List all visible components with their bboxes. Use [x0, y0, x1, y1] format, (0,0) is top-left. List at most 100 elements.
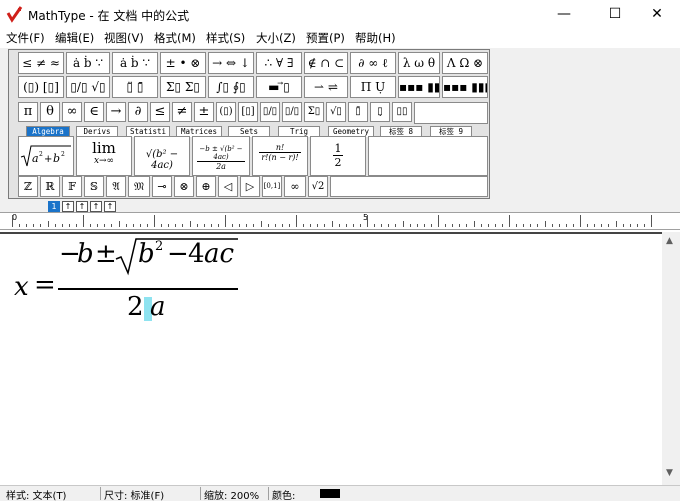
palette-greek-upper[interactable]: Λ Ω ⊗: [442, 52, 488, 74]
sym-interval[interactable]: [0,1]: [262, 176, 282, 197]
radicand-four: 4: [188, 239, 205, 269]
menu-preferences[interactable]: 预置(P): [306, 30, 345, 46]
ruler-tick: [473, 221, 475, 227]
menu-help[interactable]: 帮助(H): [355, 30, 396, 46]
template-pythagoras-graphic: a 2 + b 2: [20, 145, 71, 167]
sym-pm[interactable]: ±: [194, 102, 214, 122]
template-pythagoras[interactable]: a 2 + b 2: [18, 136, 74, 176]
sym-triangle-left[interactable]: ◁: [218, 176, 238, 197]
menu-edit[interactable]: 编辑(E): [55, 30, 94, 46]
palette-integrals[interactable]: ∫▯ ∮▯: [208, 76, 254, 98]
ruler-tick: [338, 224, 340, 227]
sym-neq[interactable]: ≠: [172, 102, 192, 122]
status-color-swatch[interactable]: [320, 489, 340, 498]
tmpl-subscript[interactable]: ▯̣: [370, 102, 390, 122]
sym-leq[interactable]: ≤: [150, 102, 170, 122]
tab-bar-up-button-1[interactable]: ↑: [62, 201, 74, 212]
tab-bar-1-button[interactable]: 1: [48, 201, 60, 212]
sym-infinity-2[interactable]: ∞: [284, 176, 306, 197]
close-button[interactable]: ✕: [634, 0, 680, 28]
template-discriminant[interactable]: √(b² − 4ac): [134, 136, 190, 176]
sym-otimes[interactable]: ⊗: [174, 176, 194, 197]
palette-sums[interactable]: Σ▯ Σ▯: [160, 76, 206, 98]
ruler-tick: [629, 224, 631, 227]
palette-matrix-more[interactable]: ▪▪▪ ▮▮▮: [442, 76, 488, 98]
palette-fractions[interactable]: ▯/▯ √▯: [66, 76, 110, 98]
sym-partial[interactable]: ∂: [128, 102, 148, 122]
palette-fences[interactable]: (▯) [▯]: [18, 76, 64, 98]
sym-element[interactable]: ∈: [84, 102, 104, 122]
tmpl-fraction-small[interactable]: ▯/▯: [282, 102, 302, 122]
menu-view[interactable]: 视图(V): [104, 30, 144, 46]
tab-bar-up-button-3[interactable]: ↑: [90, 201, 102, 212]
palette-spaces[interactable]: ȧ ḃ ∵: [66, 52, 110, 74]
minimize-button[interactable]: —: [541, 0, 587, 28]
template-half[interactable]: 1 2: [310, 136, 366, 176]
ruler[interactable]: 0 5: [0, 212, 680, 230]
ruler-tick: [352, 224, 354, 227]
ruler-tick: [572, 224, 574, 227]
sym-sqrt2[interactable]: √2: [308, 176, 328, 197]
palette-misc[interactable]: ∂ ∞ ℓ: [350, 52, 396, 74]
equation-editor[interactable]: [0, 232, 662, 485]
sym-reals[interactable]: ℝ: [40, 176, 60, 197]
template-empty[interactable]: [368, 136, 488, 176]
palette-bars[interactable]: ▬ ⃗▯: [256, 76, 302, 98]
palette-empty-slot[interactable]: [414, 102, 488, 124]
sym-fraktur-m[interactable]: 𝔐: [128, 176, 150, 197]
template-quadratic-num: −b ± √(b² − 4ac): [197, 145, 245, 162]
sym-field[interactable]: 𝔽: [62, 176, 82, 197]
ruler-tick: [608, 224, 610, 227]
sym-theta[interactable]: θ: [40, 102, 60, 122]
svg-text:2: 2: [39, 151, 43, 158]
tmpl-brackets[interactable]: [▯]: [238, 102, 258, 122]
menu-style[interactable]: 样式(S): [206, 30, 245, 46]
palette-operators[interactable]: ± • ⊗: [160, 52, 206, 74]
tmpl-sum[interactable]: Σ▯: [304, 102, 324, 122]
sym-triangle-right[interactable]: ▷: [240, 176, 260, 197]
tmpl-superscript[interactable]: ▯▯: [392, 102, 412, 122]
ruler-tick: [168, 224, 170, 227]
palette-embellish[interactable]: ȧ ḃ ∵: [112, 52, 158, 74]
sym-multimap[interactable]: ⊸: [152, 176, 172, 197]
tmpl-fraction[interactable]: ▯/▯: [260, 102, 280, 122]
scroll-up-icon[interactable]: ▲: [666, 236, 673, 246]
ruler-tick: [530, 224, 532, 227]
sym-oplus[interactable]: ⊕: [196, 176, 216, 197]
palette-greek-lower[interactable]: λ ω θ: [398, 52, 440, 74]
status-separator: [268, 487, 269, 500]
scroll-down-icon[interactable]: ▼: [666, 468, 673, 478]
palette-matrices[interactable]: ▪▪▪ ▮▮▮: [398, 76, 440, 98]
sym-pi[interactable]: π: [18, 102, 38, 122]
sym-integers[interactable]: ℤ: [18, 176, 38, 197]
menu-file[interactable]: 文件(F): [6, 30, 45, 46]
tmpl-overbar[interactable]: ▯̄: [348, 102, 368, 122]
palette-products[interactable]: Π̅ Ụ: [350, 76, 396, 98]
palette-relations[interactable]: ≤ ≠ ≈: [18, 52, 64, 74]
sym-fraktur-a[interactable]: 𝔄: [106, 176, 126, 197]
sym-infinity[interactable]: ∞: [62, 102, 82, 122]
sym-arrow[interactable]: →: [106, 102, 126, 122]
palette-labeled-arrows[interactable]: ⇀ ⇌: [304, 76, 348, 98]
tab-bar-up-button-4[interactable]: ↑: [104, 201, 116, 212]
vertical-scrollbar[interactable]: ▲ ▼: [662, 232, 680, 485]
menu-format[interactable]: 格式(M): [154, 30, 196, 46]
ruler-tick: [402, 221, 404, 227]
palette-sets[interactable]: ∉ ∩ ⊂: [304, 52, 348, 74]
ruler-tick: [395, 224, 397, 227]
tmpl-sqrt[interactable]: √▯: [326, 102, 346, 122]
palette-empty-row4[interactable]: [330, 176, 488, 197]
template-limit[interactable]: lim x→∞: [76, 136, 132, 176]
sym-set-s[interactable]: 𝕊: [84, 176, 104, 197]
tab-bar-up-button-2[interactable]: ↑: [76, 201, 88, 212]
ruler-tick: [175, 224, 177, 227]
maximize-button[interactable]: ☐: [592, 0, 638, 28]
template-quadratic[interactable]: −b ± √(b² − 4ac) 2a: [192, 136, 250, 176]
ruler-tick: [47, 221, 49, 227]
palette-logic[interactable]: ∴ ∀ ∃: [256, 52, 302, 74]
tmpl-parens[interactable]: (▯): [216, 102, 236, 122]
template-combination[interactable]: n! r!(n − r)!: [252, 136, 308, 176]
palette-arrows[interactable]: → ⇔ ↓: [208, 52, 254, 74]
palette-subscripts[interactable]: ▯̈ ▯̄: [112, 76, 158, 98]
menu-size[interactable]: 大小(Z): [256, 30, 296, 46]
